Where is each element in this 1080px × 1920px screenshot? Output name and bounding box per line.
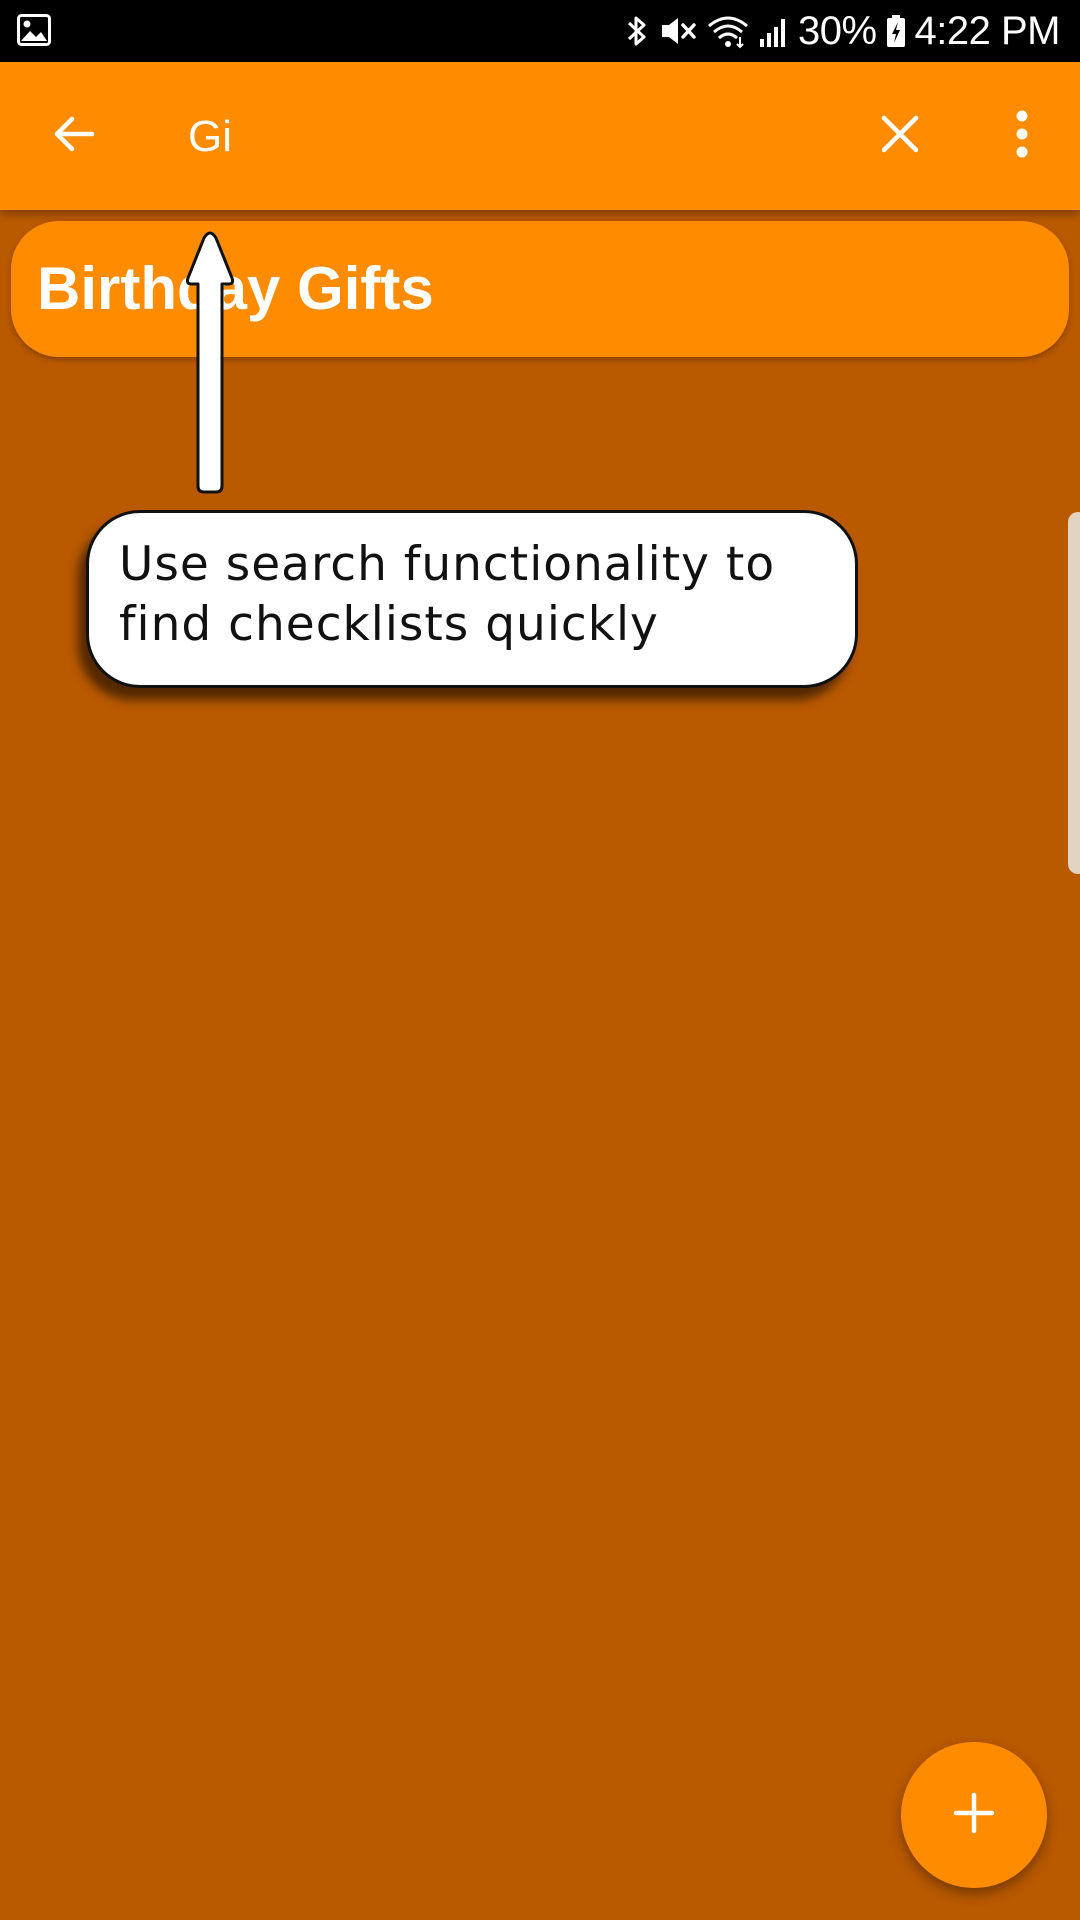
search-input[interactable] xyxy=(188,102,828,172)
overflow-menu-button[interactable] xyxy=(984,98,1060,174)
arrow-back-icon xyxy=(50,110,98,163)
bluetooth-icon xyxy=(624,13,650,49)
status-bar: 30% 4:22 PM xyxy=(0,0,1080,62)
vibrate-mute-icon xyxy=(658,13,698,49)
search-app-bar xyxy=(0,62,1080,210)
tutorial-tooltip[interactable]: Use search functionality to find checkli… xyxy=(86,510,858,688)
signal-icon xyxy=(758,13,790,49)
scroll-handle[interactable] xyxy=(1068,512,1080,874)
close-icon xyxy=(878,112,922,161)
status-icons: 30% 4:22 PM xyxy=(624,0,1061,62)
add-checklist-button[interactable] xyxy=(901,1742,1047,1888)
battery-charging-icon xyxy=(885,13,907,49)
status-time: 4:22 PM xyxy=(914,8,1061,53)
screen: 30% 4:22 PM Gi Birthday Gifts Use search… xyxy=(0,0,1080,1920)
plus-icon xyxy=(952,1791,996,1840)
wifi-icon xyxy=(706,13,750,49)
more-vert-icon xyxy=(1014,110,1030,163)
checklist-item[interactable]: Birthday Gifts xyxy=(11,221,1069,357)
tutorial-text: Use search functionality to find checkli… xyxy=(119,537,776,652)
battery-percent: 30% xyxy=(797,8,877,53)
up-arrow-icon xyxy=(185,231,235,494)
gallery-notification-icon xyxy=(17,14,51,46)
clear-search-button[interactable] xyxy=(862,98,938,174)
back-button[interactable] xyxy=(36,98,112,174)
